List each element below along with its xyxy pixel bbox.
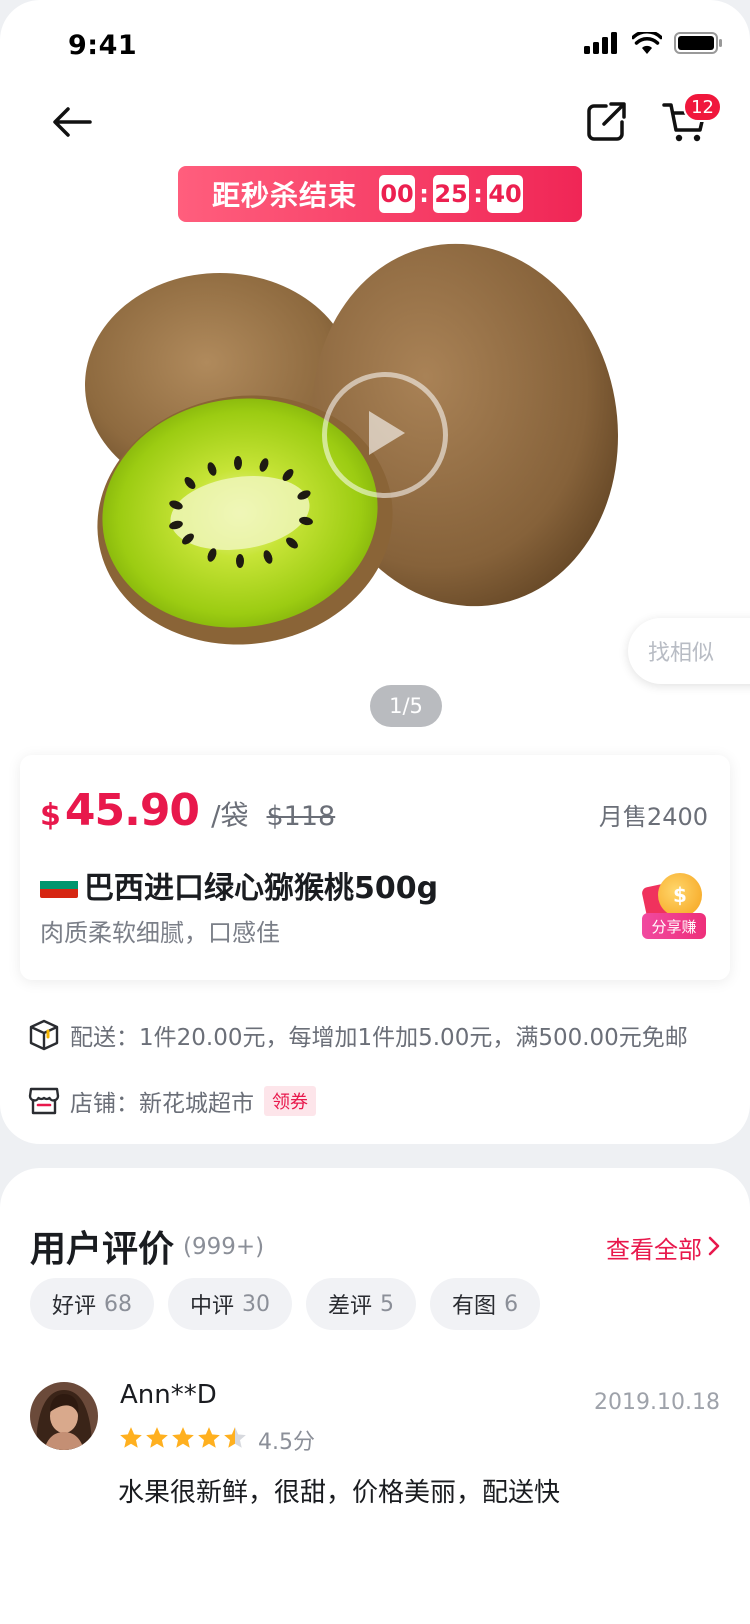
store-info[interactable]: 店铺：新花城超市 领券 — [28, 1084, 316, 1118]
coupon-badge[interactable]: 领券 — [264, 1086, 316, 1116]
tag-count: 68 — [104, 1291, 133, 1317]
delivery-text: 配送：1件20.00元，每增加1件加5.00元，满500.00元免邮 — [70, 1025, 688, 1051]
tag-count: 30 — [242, 1291, 271, 1317]
review-tag-neutral[interactable]: 中评 30 — [168, 1278, 293, 1330]
chevron-right-icon — [708, 1234, 720, 1262]
currency-symbol: $ — [40, 798, 61, 833]
image-pager: 1/5 — [370, 685, 442, 727]
find-similar-button[interactable]: 找相似 — [628, 618, 750, 684]
arrow-left-icon — [52, 106, 92, 142]
store-name: 店铺：新花城超市 — [70, 1091, 254, 1117]
product-title: 巴西进口绿心猕猴桃500g — [84, 871, 439, 906]
review-filter-tags: 好评 68 中评 30 差评 5 有图 6 — [30, 1278, 541, 1330]
review-tag-with-photos[interactable]: 有图 6 — [430, 1278, 541, 1330]
cart-count-badge: 12 — [683, 92, 722, 122]
avatar[interactable] — [30, 1382, 98, 1450]
share-button[interactable] — [584, 100, 632, 148]
review-date: 2019.10.18 — [594, 1390, 720, 1415]
coin-icon: $ — [658, 873, 702, 917]
tag-count: 6 — [504, 1291, 519, 1317]
flash-sale-banner: 距秒杀结束 00 : 25 : 40 — [178, 166, 582, 222]
review-tag-negative[interactable]: 差评 5 — [306, 1278, 417, 1330]
review-score: 4.5分 — [258, 1430, 315, 1455]
signal-icon — [584, 32, 620, 58]
countdown-seconds: 40 — [487, 175, 524, 213]
countdown-separator: : — [473, 180, 483, 208]
status-icons — [584, 30, 722, 58]
battery-icon — [674, 32, 722, 58]
product-detail-screen: 9:41 12 距秒杀结束 00: 25: 40 找相似 1/5 $ 45.… — [0, 0, 750, 1624]
review-text: 水果很新鲜，很甜，价格美丽，配送快 — [118, 1478, 561, 1508]
star-icon — [118, 1425, 144, 1455]
monthly-sales: 月售2400 — [598, 803, 708, 831]
flash-sale-label: 距秒杀结束 — [212, 179, 358, 212]
shopping-cart-icon — [662, 103, 708, 148]
reviews-title: 用户评价 — [30, 1229, 175, 1270]
cart-button[interactable]: 12 — [662, 92, 722, 148]
star-icon — [170, 1425, 196, 1455]
product-subtitle: 肉质柔软细腻，口感佳 — [40, 919, 280, 947]
review-tag-positive[interactable]: 好评 68 — [30, 1278, 155, 1330]
tag-count: 5 — [380, 1291, 395, 1317]
countdown-separator: : — [419, 180, 429, 208]
reviewer-name: Ann**D — [120, 1380, 217, 1410]
share-earn-button[interactable]: $ 分享赚 — [641, 873, 706, 939]
countdown-hours: 00 — [379, 175, 416, 213]
share-icon — [584, 102, 628, 148]
delivery-info: 配送：1件20.00元，每增加1件加5.00元，满500.00元免邮 — [28, 1018, 688, 1052]
price-card: $ 45.90 /袋 $118 月售2400 巴西进口绿心猕猴桃500g 肉质柔… — [20, 755, 730, 980]
price-unit: /袋 — [211, 799, 249, 832]
star-icon — [196, 1425, 222, 1455]
countdown-minutes: 25 — [433, 175, 470, 213]
play-video-button[interactable] — [322, 372, 448, 498]
play-icon — [361, 407, 409, 463]
original-price: $118 — [266, 801, 336, 832]
view-all-label: 查看全部 — [606, 1236, 702, 1264]
current-price: 45.90 — [64, 785, 200, 836]
product-title-row: 巴西进口绿心猕猴桃500g — [40, 863, 438, 907]
package-icon — [28, 1019, 60, 1051]
back-button[interactable] — [48, 100, 96, 148]
countdown-timer: 00 : 25 : 40 — [379, 175, 524, 213]
store-icon — [28, 1085, 60, 1117]
product-top-card: 9:41 12 距秒杀结束 00: 25: 40 找相似 1/5 $ 45.… — [0, 0, 750, 1144]
reviews-section: 用户评价 (999+) 查看全部 好评 68 中评 30 差评 5 有图 6 A… — [0, 1168, 750, 1624]
review-rating: 4.5分 — [118, 1424, 315, 1456]
tag-label: 差评 — [328, 1294, 373, 1319]
star-icon — [144, 1425, 170, 1455]
wifi-icon — [631, 30, 663, 58]
share-earn-label: 分享赚 — [642, 913, 706, 939]
bulgaria-flag-icon — [40, 872, 78, 898]
star-half-icon — [222, 1425, 248, 1455]
tag-label: 有图 — [452, 1294, 497, 1319]
tag-label: 中评 — [190, 1294, 235, 1319]
view-all-reviews-link[interactable]: 查看全部 — [606, 1230, 720, 1265]
tag-label: 好评 — [52, 1294, 97, 1319]
reviews-count: (999+) — [183, 1234, 265, 1260]
status-time: 9:41 — [68, 30, 138, 61]
price-row: $ 45.90 /袋 $118 — [40, 785, 335, 836]
